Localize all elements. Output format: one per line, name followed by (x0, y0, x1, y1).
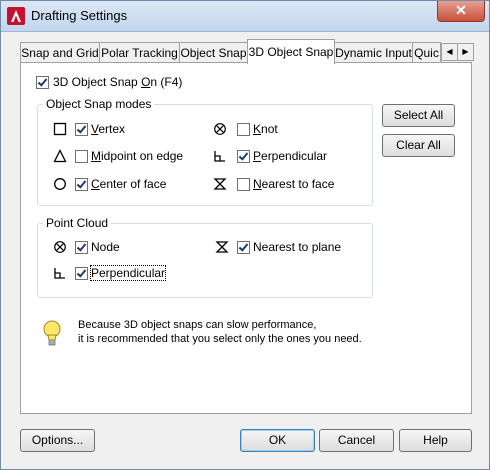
nearest-to-face-checkbox[interactable] (237, 178, 250, 191)
nearest-icon (213, 178, 227, 190)
select-all-button[interactable]: Select All (382, 104, 455, 127)
perpendicular-icon (214, 151, 225, 162)
ok-button[interactable]: OK (240, 429, 315, 452)
circle-icon (54, 178, 66, 190)
triangle-icon (53, 149, 67, 163)
3d-object-snap-on-label: 3D Object Snap On (F4) (53, 75, 183, 89)
title-bar: Drafting Settings ✕ (1, 1, 489, 32)
knot-icon (214, 123, 226, 135)
nearest-to-plane-label: Nearest to plane (253, 240, 342, 254)
tab-dynamic-input[interactable]: Dynamic Input (334, 42, 413, 63)
window-title: Drafting Settings (31, 8, 128, 23)
clear-all-button[interactable]: Clear All (382, 134, 455, 157)
tab-polar-tracking[interactable]: Polar Tracking (99, 42, 180, 63)
node-checkbox[interactable] (75, 241, 88, 254)
tab-scroll-left-button[interactable]: ◀ (441, 43, 458, 61)
perpendicular-checkbox[interactable] (237, 150, 250, 163)
perpendicular-label: Perpendicular (253, 149, 328, 163)
point-cloud-group (37, 223, 373, 298)
tab-scroll-right-button[interactable]: ▶ (457, 43, 474, 61)
tab-object-snap[interactable]: Object Snap (179, 42, 248, 63)
knot-checkbox[interactable] (237, 123, 250, 136)
tab-panel-3d-object-snap: 3D Object Snap On (F4) Object Snap modes… (20, 62, 472, 414)
close-button[interactable]: ✕ (437, 1, 485, 22)
midpoint-on-edge-checkbox[interactable] (75, 150, 88, 163)
knot-label: Knot (253, 122, 278, 136)
info-text-line-1: Because 3D object snaps can slow perform… (78, 319, 317, 331)
point-cloud-perpendicular-checkbox[interactable] (75, 267, 88, 280)
nearest-to-plane-checkbox[interactable] (237, 241, 250, 254)
center-of-face-checkbox[interactable] (75, 178, 88, 191)
center-of-face-label: Center of face (91, 177, 167, 191)
object-snap-modes-title: Object Snap modes (43, 97, 155, 111)
nearest-to-face-label: Nearest to face (253, 177, 335, 191)
square-icon (53, 122, 67, 136)
nearest-icon (215, 241, 229, 253)
midpoint-on-edge-label: Midpoint on edge (91, 149, 184, 163)
tab-quick[interactable]: Quic (412, 42, 441, 63)
help-button[interactable]: Help (399, 429, 472, 452)
options-button[interactable]: Options... (20, 429, 95, 452)
drafting-settings-dialog: Drafting Settings ✕ Snap and Grid Polar … (0, 0, 490, 470)
point-cloud-perpendicular-label: Perpendicular (89, 265, 167, 281)
lightbulb-icon (43, 320, 61, 346)
node-label: Node (91, 240, 120, 254)
3d-object-snap-on-checkbox[interactable] (36, 76, 49, 89)
vertex-label: Vertex (91, 122, 126, 136)
tab-snap-and-grid[interactable]: Snap and Grid (20, 42, 100, 63)
point-cloud-title: Point Cloud (43, 216, 112, 230)
vertex-checkbox[interactable] (75, 123, 88, 136)
autocad-logo-icon (7, 7, 25, 25)
info-text-line-2: it is recommended that you select only t… (78, 333, 362, 345)
node-icon (54, 241, 66, 253)
tab-3d-object-snap[interactable]: 3D Object Snap (247, 39, 335, 64)
cancel-button[interactable]: Cancel (319, 429, 394, 452)
perpendicular-icon (54, 268, 65, 279)
